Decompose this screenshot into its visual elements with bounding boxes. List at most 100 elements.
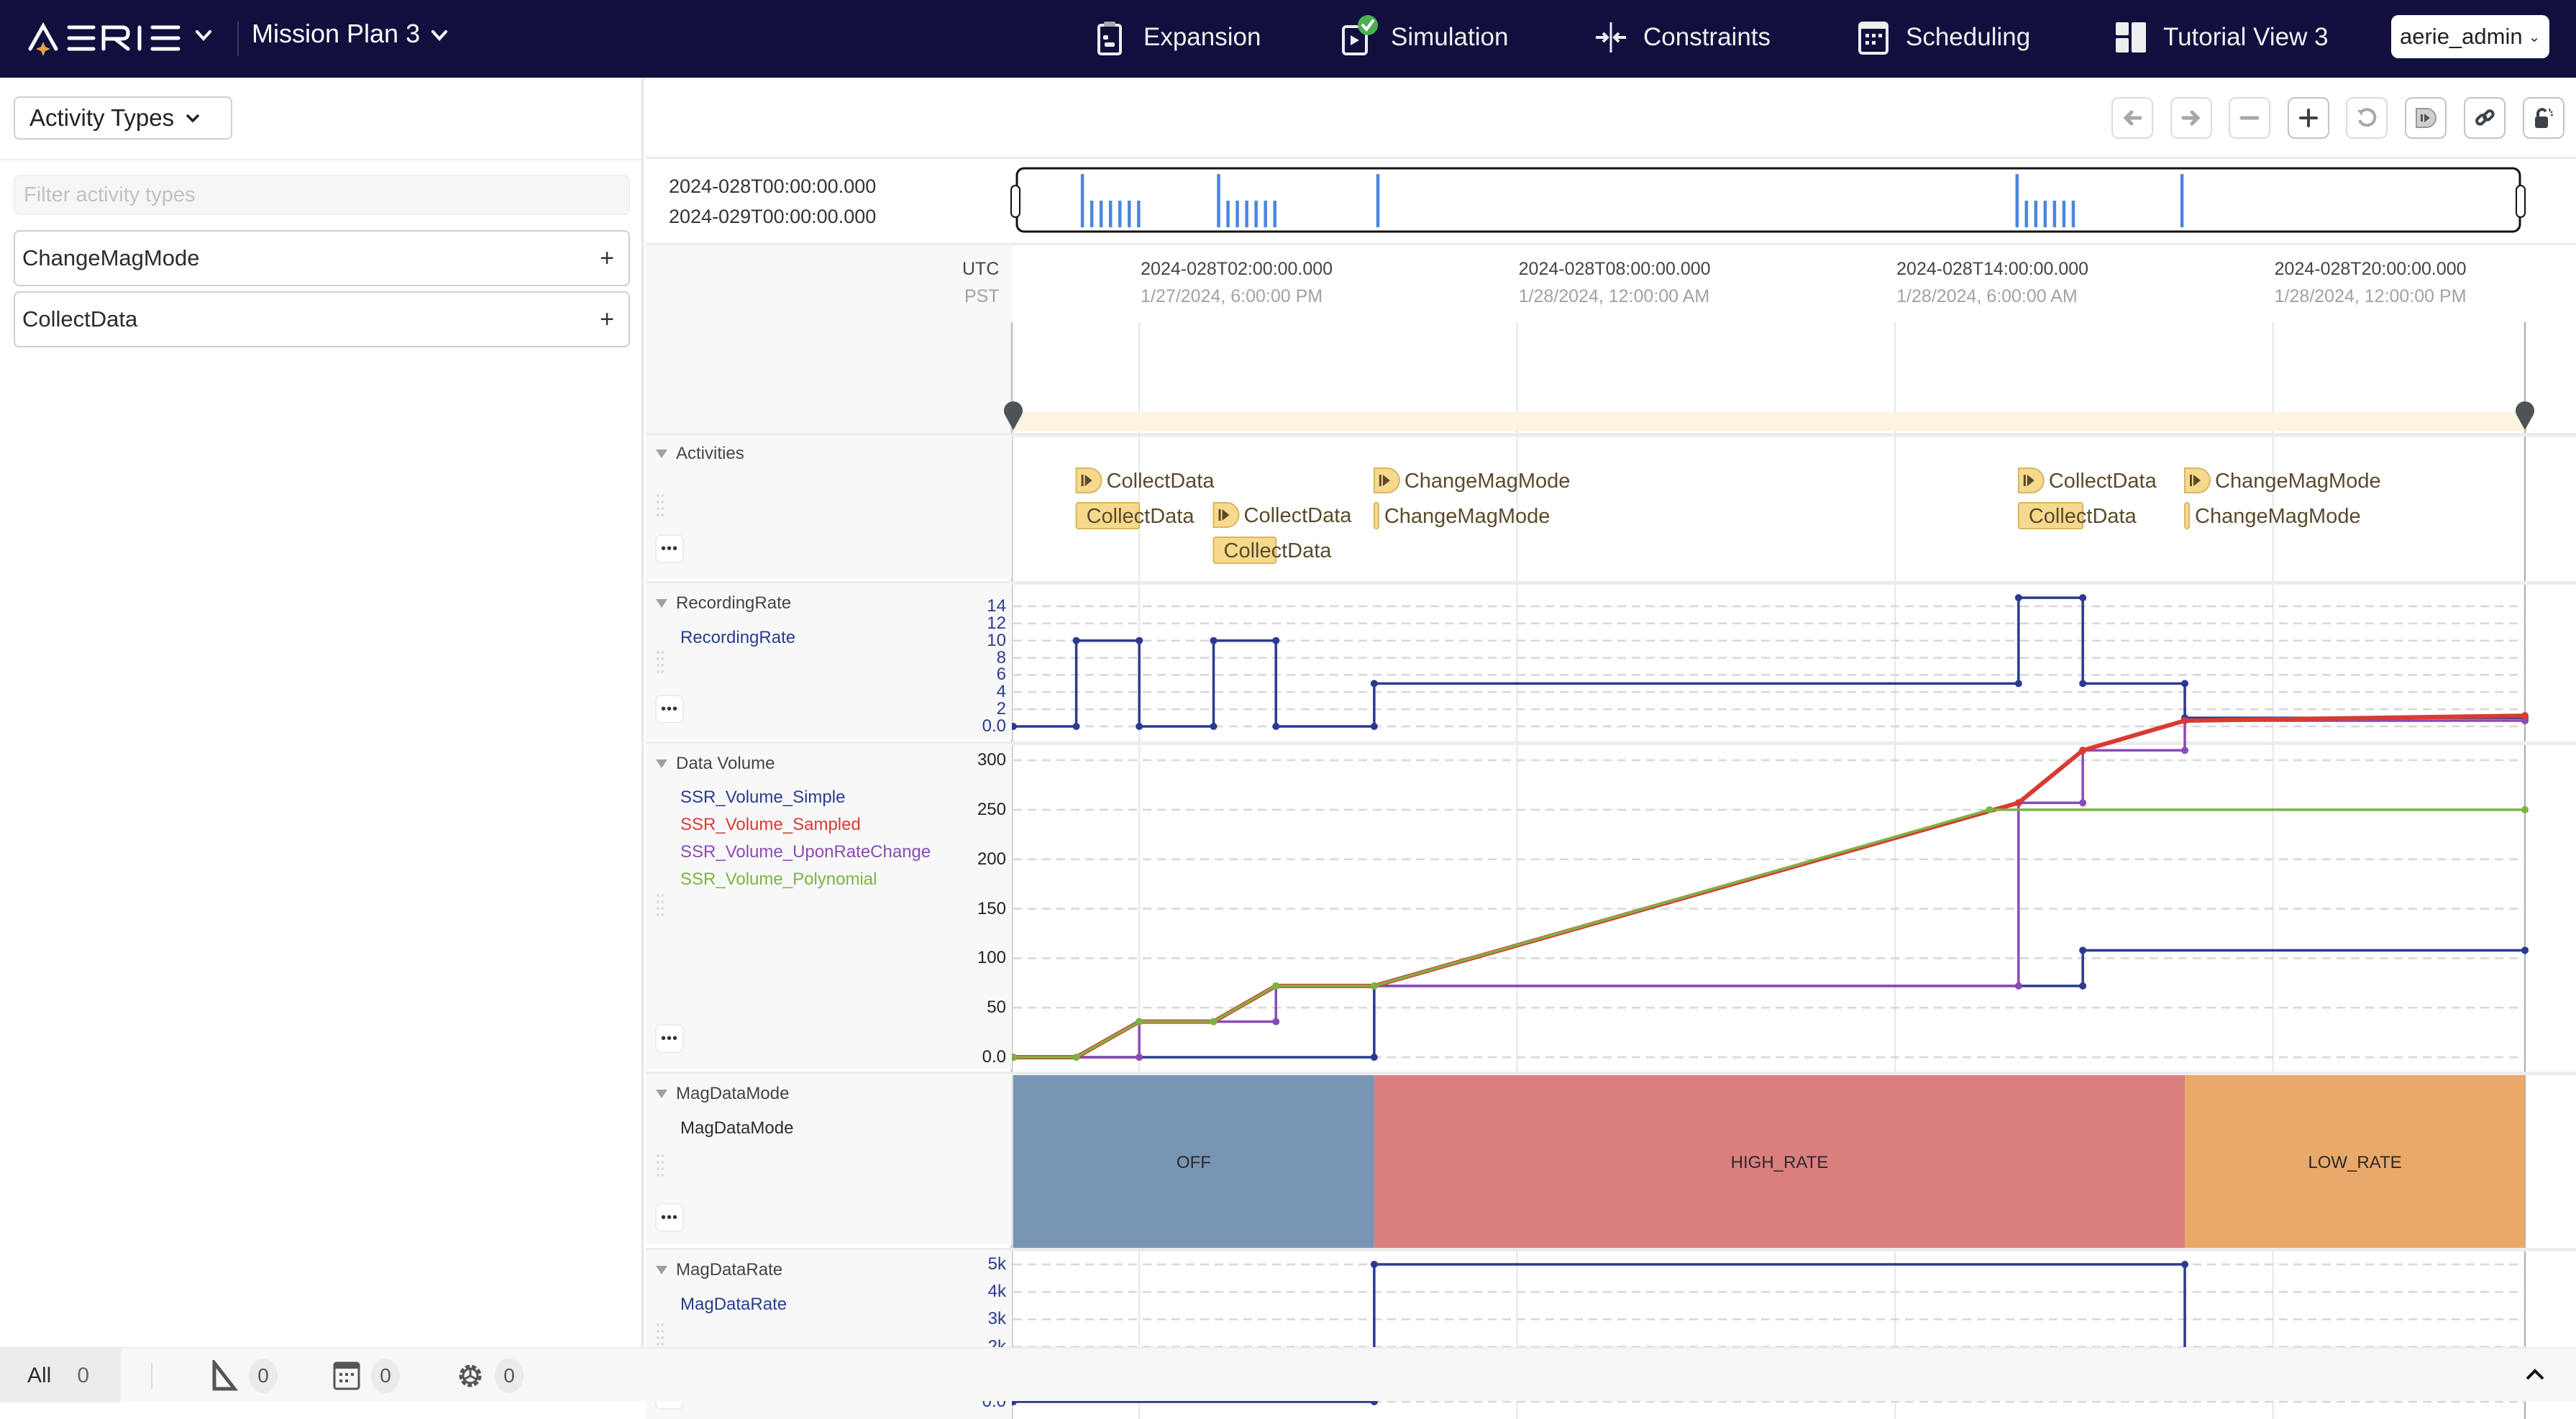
filter-activity-types-input[interactable] — [14, 175, 630, 215]
jump-to-cursor-button[interactable] — [2405, 97, 2447, 139]
mag-data-mode-row-title[interactable]: MagDataMode — [656, 1084, 789, 1104]
data-point — [1370, 982, 1378, 990]
row-menu-button[interactable]: ••• — [655, 1024, 684, 1053]
activity-label: CollectData — [2029, 505, 2137, 528]
plan-name[interactable]: Mission Plan 3 — [252, 19, 420, 49]
console-tab-scheduling[interactable]: 0 — [332, 1359, 400, 1393]
add-icon[interactable]: + — [600, 245, 614, 273]
drag-handle-icon[interactable] — [656, 893, 664, 921]
minus-icon — [2239, 116, 2260, 120]
gear-icon — [459, 1364, 482, 1387]
data-volume-row-title[interactable]: Data Volume — [656, 754, 775, 774]
nav-view[interactable]: Tutorial View 3 — [2113, 16, 2329, 59]
collapse-triangle-icon[interactable] — [656, 759, 667, 768]
activity-types-dropdown[interactable]: Activity Types — [14, 96, 232, 140]
row-menu-button[interactable]: ••• — [655, 534, 684, 563]
y-tick-label: 250 — [977, 799, 1006, 819]
data-point — [2079, 680, 2087, 688]
console-tab-simulation[interactable]: 0 — [456, 1359, 524, 1393]
data-point — [2521, 946, 2529, 954]
legend-mag-data-mode[interactable]: MagDataMode — [680, 1118, 793, 1139]
activity-directive: ChangeMagMode — [1373, 467, 1570, 493]
histogram-bar — [1099, 201, 1103, 227]
lock-toggle-button[interactable] — [2523, 97, 2564, 139]
activity-label: CollectData — [2049, 470, 2157, 493]
nav-expansion-label: Expansion — [1143, 23, 1261, 51]
drag-handle-icon[interactable] — [656, 1153, 664, 1182]
logo-chevron-down-icon[interactable] — [193, 24, 214, 46]
drag-handle-icon[interactable] — [656, 1322, 664, 1351]
data-point — [1370, 723, 1378, 730]
mag-data-rate-row-title[interactable]: MagDataRate — [656, 1260, 782, 1280]
data-point — [2014, 799, 2022, 807]
activity-label: ChangeMagMode — [2195, 505, 2361, 528]
plan-chevron-down-icon[interactable] — [429, 24, 450, 46]
legend-ssr-volume-sampled[interactable]: SSR_Volume_Sampled — [680, 815, 861, 835]
recording-rate-row-title[interactable]: RecordingRate — [656, 593, 791, 613]
share-link-button[interactable] — [2464, 97, 2506, 139]
span-bar — [1373, 502, 1379, 529]
plus-icon — [2299, 109, 2318, 127]
reset-icon — [2357, 108, 2377, 127]
row-menu-button[interactable]: ••• — [655, 695, 684, 724]
collapse-triangle-icon[interactable] — [656, 1266, 667, 1274]
console-tab-constraints[interactable]: 0 — [210, 1359, 278, 1393]
activity-directive: ChangeMagMode — [2184, 467, 2381, 493]
pan-right-button[interactable] — [2170, 97, 2212, 139]
timeline-brush[interactable] — [1004, 165, 2543, 236]
legend-recording-rate[interactable]: RecordingRate — [680, 628, 795, 648]
data-point — [2181, 747, 2189, 754]
legend-ssr-volume-simple[interactable]: SSR_Volume_Simple — [680, 788, 845, 808]
reset-view-button[interactable] — [2346, 97, 2388, 139]
row-title-text: MagDataRate — [676, 1260, 783, 1279]
data-point — [2079, 799, 2087, 807]
nav-scheduling[interactable]: Scheduling — [1855, 16, 2030, 59]
y-tick-label: 0.0 — [982, 716, 1006, 736]
calendar-icon — [1858, 22, 1888, 55]
mode-segment-label: OFF — [1177, 1153, 1211, 1172]
activity-type-item[interactable]: ChangeMagMode + — [14, 230, 630, 286]
pan-left-button[interactable] — [2111, 97, 2153, 139]
console-divider — [151, 1363, 152, 1389]
nav-simulation[interactable]: Simulation — [1340, 15, 1508, 59]
console-tab-all[interactable]: All 0 — [0, 1349, 121, 1402]
aerie-logo[interactable] — [27, 20, 186, 56]
nav-constraints-label: Constraints — [1643, 23, 1771, 51]
histogram-bar — [1217, 174, 1220, 227]
directive-icon-bar — [2023, 475, 2026, 486]
arrow-right-icon — [2181, 110, 2201, 126]
activity-directive: CollectData — [2017, 467, 2157, 493]
nav-view-label: Tutorial View 3 — [2163, 23, 2329, 51]
chevron-up-icon[interactable] — [2524, 1366, 2546, 1383]
user-name: aerie_admin — [2400, 24, 2523, 49]
legend-mag-data-rate[interactable]: MagDataRate — [680, 1295, 787, 1315]
collapse-triangle-icon[interactable] — [656, 450, 667, 458]
nav-constraints[interactable]: Constraints — [1593, 16, 1771, 59]
legend-ssr-volume-upon-rate-change[interactable]: SSR_Volume_UponRateChange — [680, 842, 931, 862]
add-icon[interactable]: + — [600, 306, 614, 334]
collapse-triangle-icon[interactable] — [656, 1090, 667, 1098]
data-point — [2014, 594, 2022, 602]
data-point — [2014, 680, 2022, 688]
console-all-count: 0 — [77, 1363, 90, 1387]
header-divider — [237, 22, 239, 56]
activity-label: ChangeMagMode — [2215, 470, 2381, 493]
zoom-in-button[interactable] — [2288, 97, 2329, 139]
series-line-RecordingRate — [1013, 596, 2525, 728]
data-point — [1370, 1261, 1378, 1268]
data-point — [1370, 680, 1378, 688]
legend-ssr-volume-polynomial[interactable]: SSR_Volume_Polynomial — [680, 870, 877, 890]
histogram-bar — [1080, 174, 1084, 227]
activity-label: ChangeMagMode — [1384, 505, 1550, 528]
user-select[interactable]: aerie_admin ⌄ — [2391, 15, 2549, 58]
activities-row-title[interactable]: Activities — [656, 444, 744, 464]
row-menu-button[interactable]: ••• — [655, 1203, 684, 1232]
collapse-triangle-icon[interactable] — [656, 599, 667, 608]
drag-handle-icon[interactable] — [656, 493, 664, 521]
data-point — [1986, 806, 1993, 813]
activity-type-item[interactable]: CollectData + — [14, 291, 630, 347]
drag-handle-icon[interactable] — [656, 649, 664, 678]
nav-expansion[interactable]: Expansion — [1093, 16, 1261, 59]
brush-handle-left — [1010, 185, 1020, 218]
zoom-out-button[interactable] — [2229, 97, 2270, 139]
